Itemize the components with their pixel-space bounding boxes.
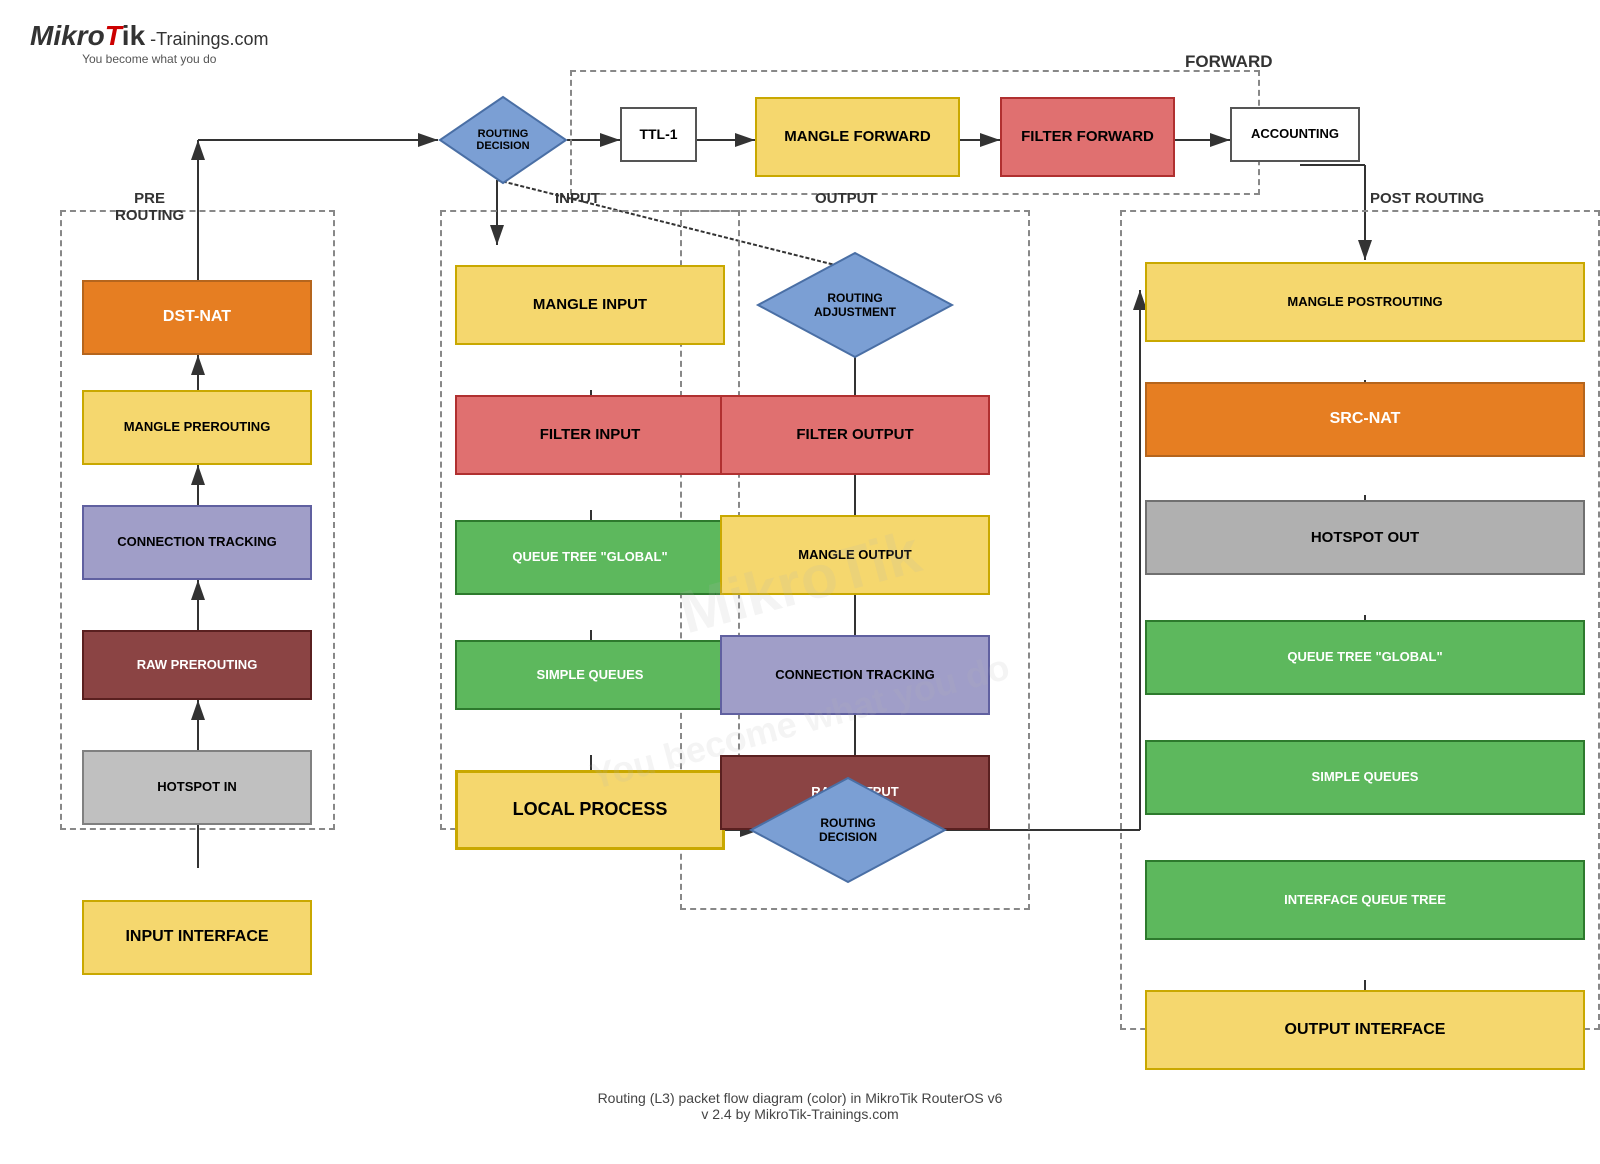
output-interface-box: OUTPUT INTERFACE: [1145, 990, 1585, 1070]
caption-line1: Routing (L3) packet flow diagram (color)…: [400, 1090, 1200, 1106]
mangle-output-box: MANGLE OUTPUT: [720, 515, 990, 595]
routing-decision-bottom: ROUTINGDECISION: [748, 775, 948, 885]
raw-prerouting-box: RAW PREROUTING: [82, 630, 312, 700]
mangle-input-box: MANGLE INPUT: [455, 265, 725, 345]
accounting-box: ACCOUNTING: [1230, 107, 1360, 162]
caption: Routing (L3) packet flow diagram (color)…: [400, 1090, 1200, 1122]
local-process-box: LOCAL PROCESS: [455, 770, 725, 850]
ttl1-box: TTL-1: [620, 107, 697, 162]
label-forward: FORWARD: [1185, 52, 1273, 72]
label-prerouting: PRE ROUTING: [115, 190, 184, 224]
queue-tree-global-input-box: QUEUE TREE "GLOBAL": [455, 520, 725, 595]
hotspot-in-box: HOTSPOT IN: [82, 750, 312, 825]
label-output: OUTPUT: [815, 190, 877, 207]
src-nat-box: SRC-NAT: [1145, 382, 1585, 457]
connection-tracking-pre-box: CONNECTION TRACKING: [82, 505, 312, 580]
simple-queues-post-box: SIMPLE QUEUES: [1145, 740, 1585, 815]
logo-brand: MikroTik -Trainings.com: [30, 20, 269, 52]
connection-tracking-out-box: CONNECTION TRACKING: [720, 635, 990, 715]
caption-line2: v 2.4 by MikroTik-Trainings.com: [400, 1106, 1200, 1122]
routing-decision-top: ROUTINGDECISION: [438, 95, 568, 185]
label-postrouting: POST ROUTING: [1370, 190, 1484, 207]
routing-adjustment-diamond: ROUTINGADJUSTMENT: [755, 250, 955, 360]
logo-tagline: You become what you do: [30, 52, 269, 66]
filter-forward-box: FILTER FORWARD: [1000, 97, 1175, 177]
filter-input-box: FILTER INPUT: [455, 395, 725, 475]
input-interface-box: INPUT INTERFACE: [82, 900, 312, 975]
diagram-container: MikroTik You become what you do MikroTik…: [0, 0, 1600, 1164]
label-input: INPUT: [555, 190, 600, 207]
mangle-forward-box: MANGLE FORWARD: [755, 97, 960, 177]
filter-output-box: FILTER OUTPUT: [720, 395, 990, 475]
mangle-prerouting-box: MANGLE PREROUTING: [82, 390, 312, 465]
queue-tree-global-post-box: QUEUE TREE "GLOBAL": [1145, 620, 1585, 695]
hotspot-out-box: HOTSPOT OUT: [1145, 500, 1585, 575]
dst-nat-box: DST-NAT: [82, 280, 312, 355]
logo: MikroTik -Trainings.com You become what …: [30, 20, 269, 66]
interface-queue-tree-box: INTERFACE QUEUE TREE: [1145, 860, 1585, 940]
mangle-postrouting-box: MANGLE POSTROUTING: [1145, 262, 1585, 342]
simple-queues-input-box: SIMPLE QUEUES: [455, 640, 725, 710]
